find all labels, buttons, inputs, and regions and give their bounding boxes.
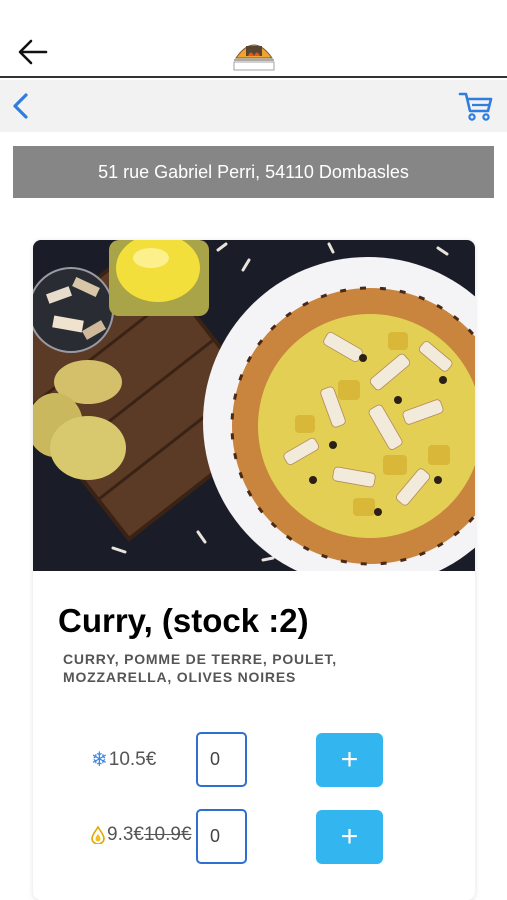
- chevron-left-icon[interactable]: [10, 92, 32, 120]
- price-label-frozen: ❄ 10.5€: [91, 747, 156, 772]
- add-fresh-button[interactable]: +: [316, 810, 383, 864]
- price-value: 10.5€: [108, 748, 157, 770]
- snowflake-icon: ❄: [91, 749, 108, 771]
- price-value: 9.3€: [107, 824, 144, 845]
- product-title: Curry, (stock :2): [58, 602, 309, 639]
- address-banner: 51 rue Gabriel Perri, 54110 Dombasles: [13, 146, 494, 198]
- arrow-left-icon[interactable]: [16, 38, 50, 66]
- address-text: 51 rue Gabriel Perri, 54110 Dombasles: [98, 161, 409, 182]
- product-card: Curry, (stock :2) CURRY, POMME DE TERRE,…: [33, 240, 475, 900]
- nav-bar: [0, 80, 507, 132]
- top-bar: [0, 0, 507, 78]
- fire-drop-icon: [91, 826, 105, 844]
- price-row-fresh: 9.3€ 10.9€ +: [33, 809, 475, 865]
- cart-icon[interactable]: [458, 90, 494, 122]
- restaurant-logo: [233, 44, 275, 71]
- add-frozen-button[interactable]: +: [316, 733, 383, 787]
- quantity-input-frozen[interactable]: [196, 732, 247, 787]
- product-ingredients: CURRY, POMME DE TERRE, POULET, MOZZARELL…: [63, 651, 337, 685]
- quantity-input-fresh[interactable]: [196, 809, 247, 864]
- old-price-value: 10.9€: [143, 824, 192, 845]
- pizza-photo: [33, 240, 475, 571]
- price-row-frozen: ❄ 10.5€ +: [33, 732, 475, 788]
- price-label-fresh: 9.3€ 10.9€: [91, 824, 192, 846]
